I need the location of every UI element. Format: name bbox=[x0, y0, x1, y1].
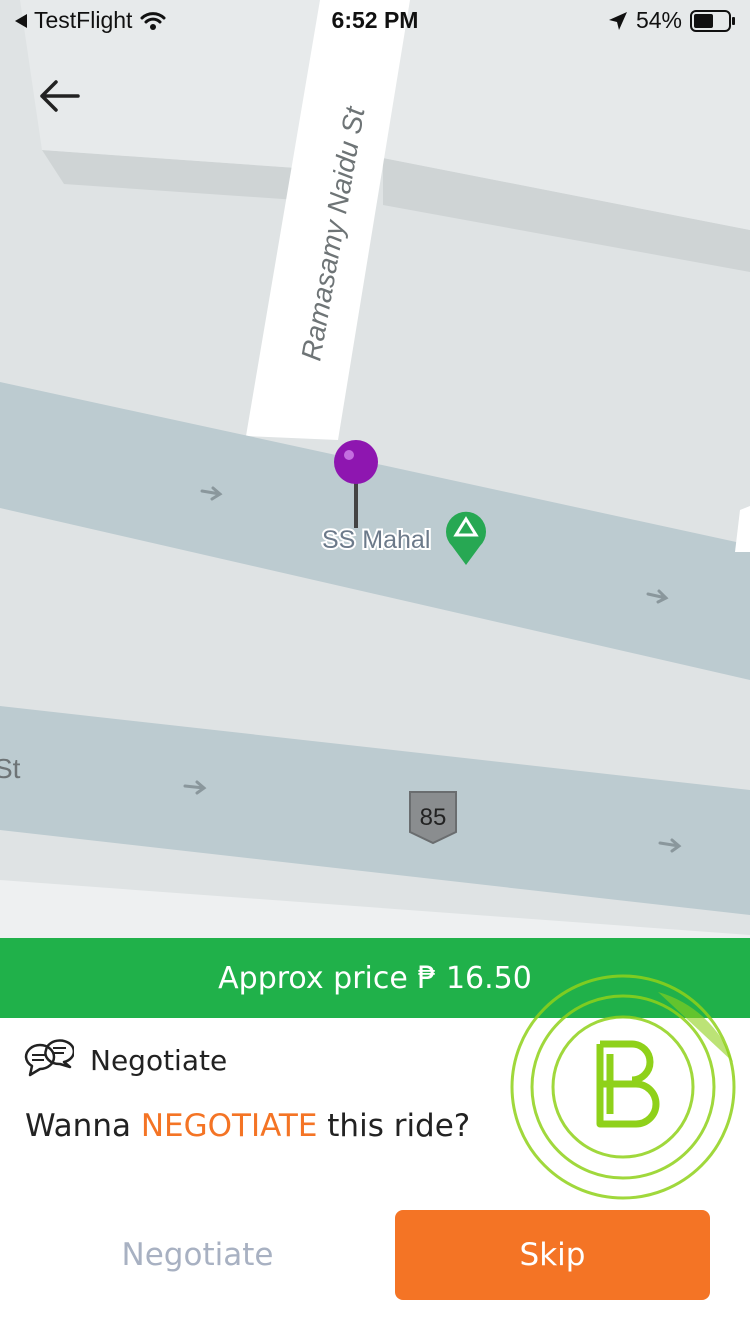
question-prefix: Wanna bbox=[25, 1108, 141, 1144]
map-canvas[interactable]: Ramasamy Naidu St St SS Mahal 85 bbox=[0, 0, 750, 938]
price-bar: Approx price ₱ 16.50 bbox=[0, 938, 750, 1018]
back-to-app-button[interactable]: TestFlight bbox=[14, 7, 132, 34]
skip-button[interactable]: Skip bbox=[395, 1210, 710, 1300]
negotiate-button[interactable]: Negotiate bbox=[40, 1212, 355, 1298]
place-label: SS Mahal bbox=[322, 526, 430, 554]
route-shield: 85 bbox=[409, 791, 457, 845]
wifi-icon bbox=[140, 11, 166, 30]
route-shield-number: 85 bbox=[420, 804, 447, 831]
question-suffix: this ride? bbox=[317, 1108, 471, 1144]
map-view[interactable]: Ramasamy Naidu St St SS Mahal 85 bbox=[0, 0, 750, 938]
question-highlight: NEGOTIATE bbox=[140, 1108, 318, 1144]
negotiate-title: Negotiate bbox=[90, 1043, 228, 1077]
back-app-label: TestFlight bbox=[34, 7, 133, 33]
battery-icon bbox=[690, 9, 735, 32]
back-triangle-icon bbox=[15, 13, 27, 28]
back-arrow-icon bbox=[40, 80, 80, 112]
status-bar: TestFlight 6:52 PM 54% bbox=[0, 0, 750, 40]
negotiate-question: Wanna NEGOTIATE this ride? bbox=[25, 1108, 470, 1144]
street-label-fragment: St bbox=[0, 753, 21, 784]
approx-price-label: Approx price ₱ 16.50 bbox=[218, 960, 532, 996]
back-button[interactable] bbox=[34, 72, 88, 120]
chat-bubbles-icon bbox=[24, 1039, 74, 1077]
battery-percent: 54% bbox=[635, 7, 682, 33]
location-arrow-icon bbox=[608, 11, 627, 30]
negotiate-header: Negotiate bbox=[22, 1034, 227, 1086]
